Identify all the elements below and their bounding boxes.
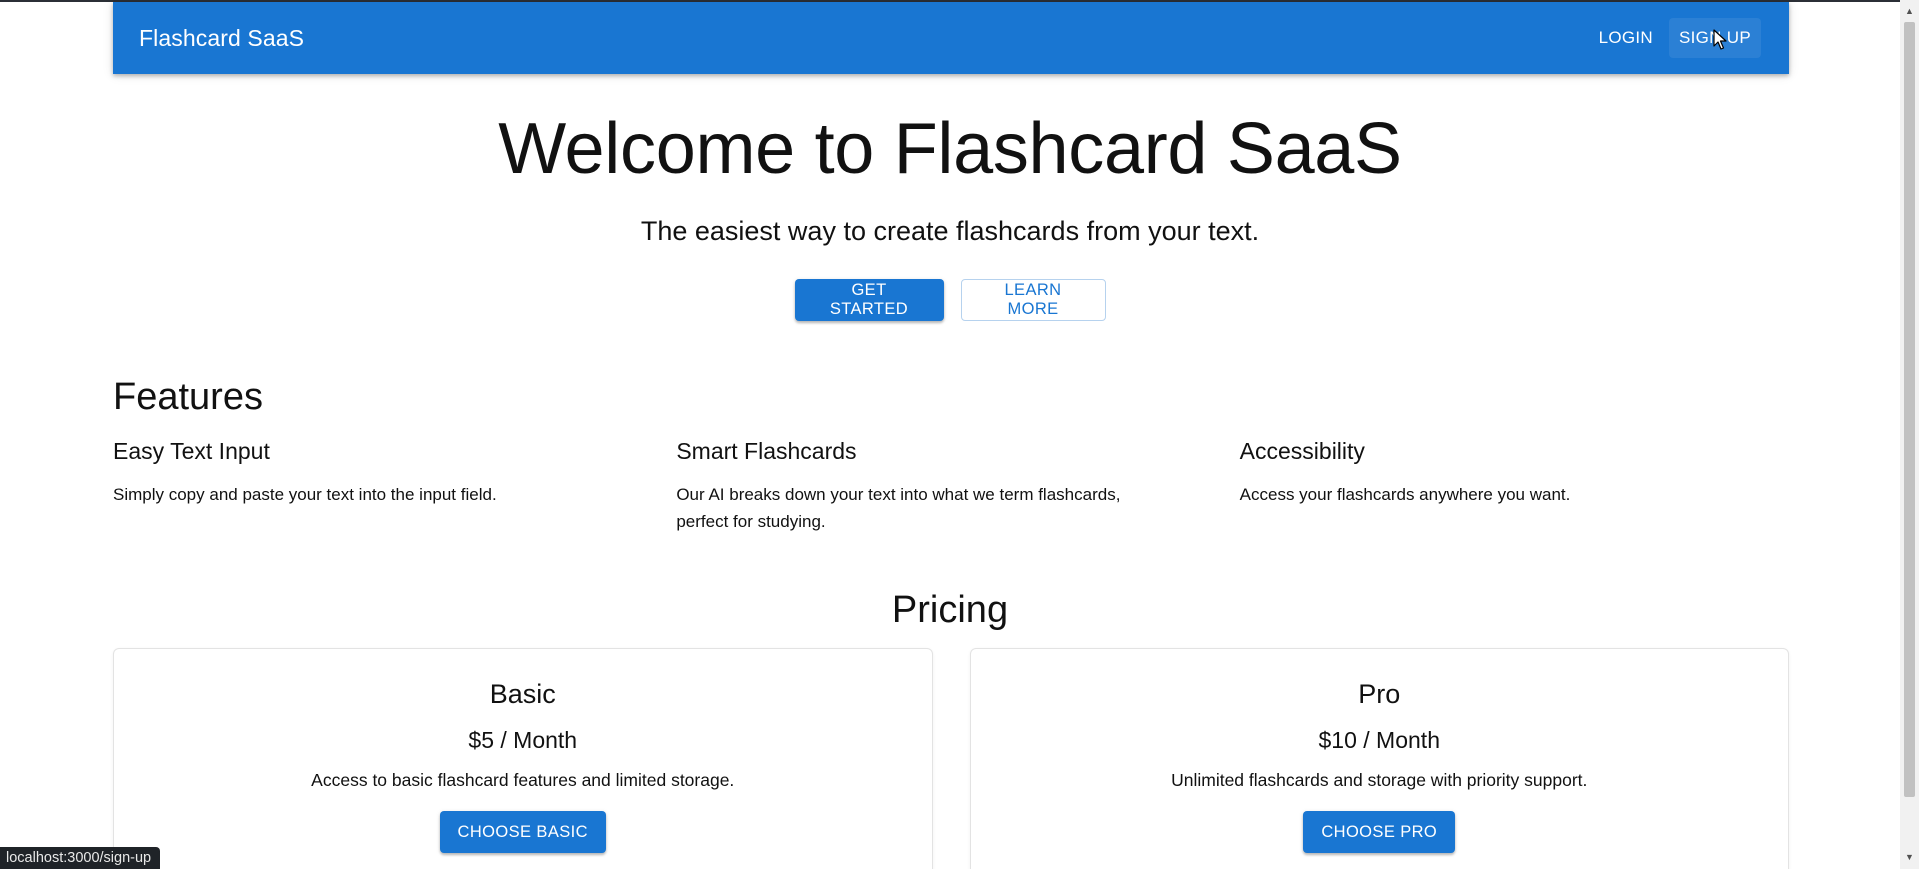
scrollbar-thumb[interactable] (1904, 22, 1915, 797)
app-bar: Flashcard SaaS LOGIN SIGN UP (113, 2, 1789, 74)
link-status-bar: localhost:3000/sign-up (0, 847, 161, 869)
hero-actions: GET STARTED LEARN MORE (0, 279, 1900, 321)
page: Flashcard SaaS LOGIN SIGN UP Welcome to … (0, 0, 1919, 869)
features-heading: Features (113, 376, 263, 418)
feature-smart-flashcards: Smart Flashcards Our AI breaks down your… (676, 438, 1239, 535)
plan-name: Pro (1358, 679, 1401, 709)
learn-more-button[interactable]: LEARN MORE (960, 279, 1106, 321)
plan-description: Unlimited flashcards and storage with pr… (1171, 770, 1588, 790)
feature-title: Accessibility (1239, 438, 1365, 464)
feature-title: Smart Flashcards (676, 438, 857, 464)
plan-price: $5 / Month (468, 727, 578, 753)
plan-name: Basic (489, 679, 556, 709)
feature-title: Easy Text Input (113, 438, 270, 464)
plan-card-pro: Pro $10 / Month Unlimited flashcards and… (969, 648, 1789, 869)
plan-card-basic: Basic $5 / Month Access to basic flashca… (113, 648, 933, 869)
feature-easy-text-input: Easy Text Input Simply copy and paste yo… (113, 438, 676, 535)
feature-description: Our AI breaks down your text into what w… (676, 485, 1121, 531)
pricing-heading: Pricing (891, 589, 1009, 631)
plan-description: Access to basic flashcard features and l… (311, 770, 735, 790)
brand-title: Flashcard SaaS (139, 24, 305, 51)
get-started-button[interactable]: GET STARTED (794, 279, 944, 321)
plan-price: $10 / Month (1318, 727, 1440, 753)
feature-description: Simply copy and paste your text into the… (113, 485, 497, 504)
top-nav: LOGIN SIGN UP (1589, 18, 1761, 58)
arrow-cursor-icon (1713, 29, 1727, 50)
features-grid: Easy Text Input Simply copy and paste yo… (113, 438, 1803, 535)
hero-subtitle: The easiest way to create flashcards fro… (640, 216, 1260, 246)
feature-description: Access your flashcards anywhere you want… (1239, 485, 1571, 504)
pricing-plans: Basic $5 / Month Access to basic flashca… (113, 648, 1789, 869)
hero-title: Welcome to Flashcard SaaS (498, 109, 1402, 189)
scroll-down-arrow-icon[interactable]: ▼ (1904, 852, 1915, 862)
choose-basic-button[interactable]: CHOOSE BASIC (439, 811, 606, 853)
choose-pro-button[interactable]: CHOOSE PRO (1303, 811, 1456, 853)
feature-accessibility: Accessibility Access your flashcards any… (1240, 438, 1803, 535)
scroll-up-arrow-icon[interactable]: ▲ (1904, 6, 1915, 16)
login-button[interactable]: LOGIN (1589, 18, 1663, 58)
